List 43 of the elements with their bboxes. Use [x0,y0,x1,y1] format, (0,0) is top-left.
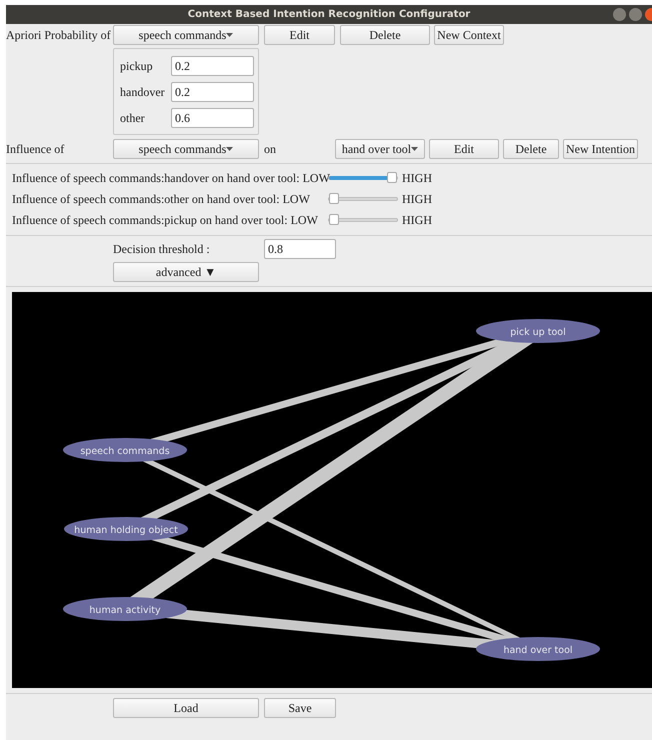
window-title: Context Based Intention Recognition Configurator [188,8,470,22]
graph-node[interactable]: pick up tool [476,319,600,343]
button[interactable]: Delete [503,138,559,158]
field-label: Decision threshold : [113,240,211,258]
field-label: on [263,140,277,158]
slider-thumb[interactable] [387,172,397,183]
slider-label: HIGH [402,191,432,208]
button[interactable]: Edit [264,25,335,45]
graph-node[interactable]: hand over tool [476,637,600,661]
caret-icon [226,146,234,150]
dropdown[interactable]: speech commands [113,25,259,45]
button[interactable]: New Intention [563,138,638,158]
slider-label: Influence of speech commands:pickup on hand over tool: LOW [11,212,319,229]
button[interactable]: Edit [429,138,499,158]
button[interactable]: Load [113,698,259,718]
field-label: Influence of [6,140,66,158]
input-field[interactable]: 0.6 [171,108,254,128]
advanced-button[interactable]: advanced ▼ [113,262,259,282]
input-field[interactable]: 0.2 [171,56,254,76]
input-field[interactable]: 0.8 [264,238,336,258]
caret-icon [226,33,234,37]
graph-node[interactable]: human activity [63,597,187,621]
field-label: Apriori Probability of [6,27,112,44]
slider-label: Influence of speech commands:other on hand over tool: LOW [11,191,311,208]
button[interactable]: Save [264,698,336,718]
graph-node[interactable]: human holding object [64,517,188,541]
slider-label: HIGH [402,212,432,229]
input-field[interactable]: 0.2 [171,82,254,102]
slider-label: Influence of speech commands:handover on hand over tool: LOW [11,170,328,187]
minimize-icon[interactable] [613,8,626,21]
caret-icon [411,146,418,150]
button[interactable]: New Context [434,25,504,45]
field-label: pickup [120,58,154,74]
field-label: handover [120,84,166,100]
maximize-icon[interactable] [629,8,642,21]
field-label: other [120,110,146,126]
dropdown[interactable]: hand over tool [335,138,425,158]
dropdown[interactable]: speech commands [113,138,259,158]
button[interactable]: Delete [340,25,430,45]
slider-label: HIGH [402,170,432,187]
slider-thumb[interactable] [329,214,339,225]
slider-thumb[interactable] [329,193,339,204]
graph-node[interactable]: speech commands [63,438,187,462]
